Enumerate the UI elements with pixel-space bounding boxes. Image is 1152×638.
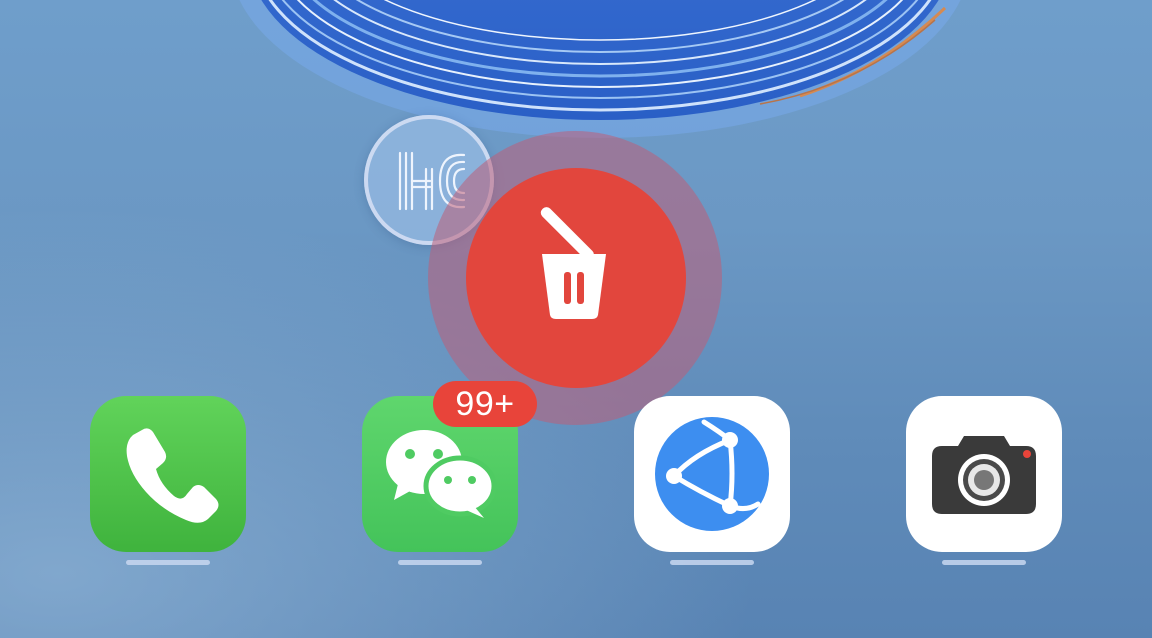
notification-badge: 99+ [433, 381, 537, 427]
browser-globe-icon [655, 417, 769, 531]
delete-button[interactable] [466, 168, 686, 388]
phone-dock-indicator [126, 560, 210, 565]
camera-icon [932, 436, 1036, 514]
trash-icon [540, 207, 606, 319]
camera-dock-indicator [942, 560, 1026, 565]
app-icon-phone[interactable] [90, 396, 246, 552]
browser-dock-indicator [670, 560, 754, 565]
phone-icon [126, 428, 219, 523]
app-icon-camera[interactable] [906, 396, 1062, 552]
home-screen: 99+ [0, 0, 1152, 638]
app-icon-browser[interactable] [634, 396, 790, 552]
wechat-dock-indicator [398, 560, 482, 565]
